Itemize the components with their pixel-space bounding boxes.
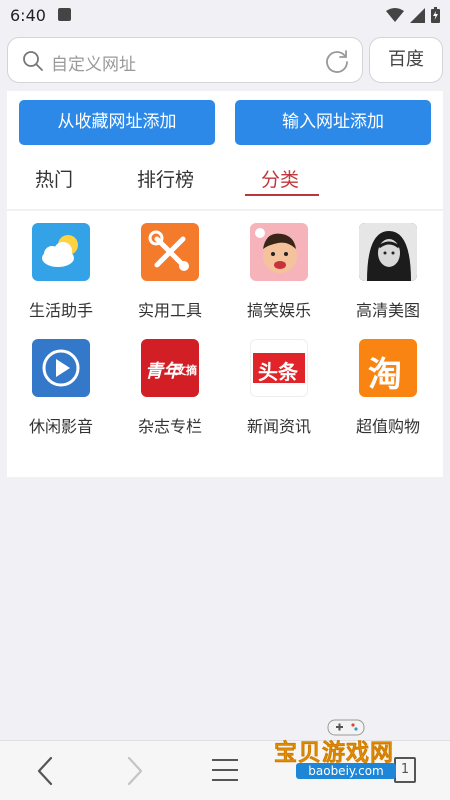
category-news[interactable]: 头条 新闻资讯 bbox=[229, 339, 329, 437]
status-indicators bbox=[386, 7, 440, 23]
signal-icon bbox=[410, 7, 425, 23]
magazine-logo-subtext: 文摘 bbox=[175, 364, 197, 377]
category-label: 杂志专栏 bbox=[137, 417, 202, 436]
category-label: 搞笑娱乐 bbox=[246, 301, 311, 320]
tabs-divider bbox=[7, 209, 443, 211]
wifi-icon bbox=[386, 8, 404, 22]
notification-icon bbox=[58, 8, 71, 21]
menu-icon[interactable] bbox=[211, 755, 239, 785]
weather-cloud-icon bbox=[32, 223, 90, 281]
tab-category[interactable]: 分类 bbox=[261, 165, 299, 192]
taobao-logo-text: 淘 bbox=[368, 355, 402, 395]
category-label: 新闻资讯 bbox=[246, 417, 311, 436]
category-label: 实用工具 bbox=[137, 301, 202, 320]
magazine-icon: 青年 文摘 bbox=[141, 339, 199, 397]
refresh-icon[interactable] bbox=[324, 48, 350, 74]
category-magazine[interactable]: 青年 文摘 杂志专栏 bbox=[120, 339, 220, 437]
url-search-box[interactable]: 自定义网址 bbox=[7, 37, 363, 83]
status-time: 6:40 bbox=[10, 6, 46, 25]
category-label: 生活助手 bbox=[28, 301, 93, 320]
status-bar: 6:40 bbox=[0, 0, 450, 32]
portrait-photo-icon bbox=[359, 223, 417, 281]
category-tabs: 热门 排行榜 分类 bbox=[7, 159, 443, 199]
add-by-url-button[interactable]: 输入网址添加 bbox=[235, 100, 431, 145]
headline-logo-text: 头条 bbox=[258, 360, 298, 384]
funny-face-icon bbox=[250, 223, 308, 281]
category-shopping[interactable]: 淘 超值购物 bbox=[338, 339, 438, 437]
category-tools[interactable]: 实用工具 bbox=[120, 223, 220, 321]
category-hd-pictures[interactable]: 高清美图 bbox=[338, 223, 438, 321]
battery-icon bbox=[431, 7, 440, 23]
watermark-text: 宝贝游戏网 bbox=[274, 740, 394, 767]
forward-icon[interactable] bbox=[124, 755, 146, 787]
taobao-icon: 淘 bbox=[359, 339, 417, 397]
news-headline-icon: 头条 bbox=[250, 339, 308, 397]
search-icon bbox=[23, 51, 43, 71]
category-entertainment[interactable]: 搞笑娱乐 bbox=[229, 223, 329, 321]
add-from-favorites-button[interactable]: 从收藏网址添加 bbox=[19, 100, 215, 145]
search-placeholder[interactable]: 自定义网址 bbox=[51, 50, 136, 75]
site-watermark: 宝贝游戏网 baobeiy.com bbox=[272, 717, 422, 783]
back-icon[interactable] bbox=[34, 755, 56, 787]
category-label: 超值购物 bbox=[355, 417, 420, 436]
category-life-assistant[interactable]: 生活助手 bbox=[11, 223, 111, 321]
category-media[interactable]: 休闲影音 bbox=[11, 339, 111, 437]
watermark-url: baobeiy.com bbox=[296, 763, 396, 779]
search-engine-button[interactable]: 百度 bbox=[369, 37, 443, 83]
tab-hot[interactable]: 热门 bbox=[35, 165, 73, 192]
category-label: 高清美图 bbox=[355, 301, 420, 320]
active-tab-indicator bbox=[245, 194, 319, 196]
tab-ranking[interactable]: 排行榜 bbox=[137, 165, 194, 192]
category-label: 休闲影音 bbox=[28, 417, 93, 436]
tools-icon bbox=[141, 223, 199, 281]
content-panel: 从收藏网址添加 输入网址添加 热门 排行榜 分类 生活助手 实用工具 搞笑娱乐 … bbox=[7, 91, 443, 477]
play-icon bbox=[32, 339, 90, 397]
